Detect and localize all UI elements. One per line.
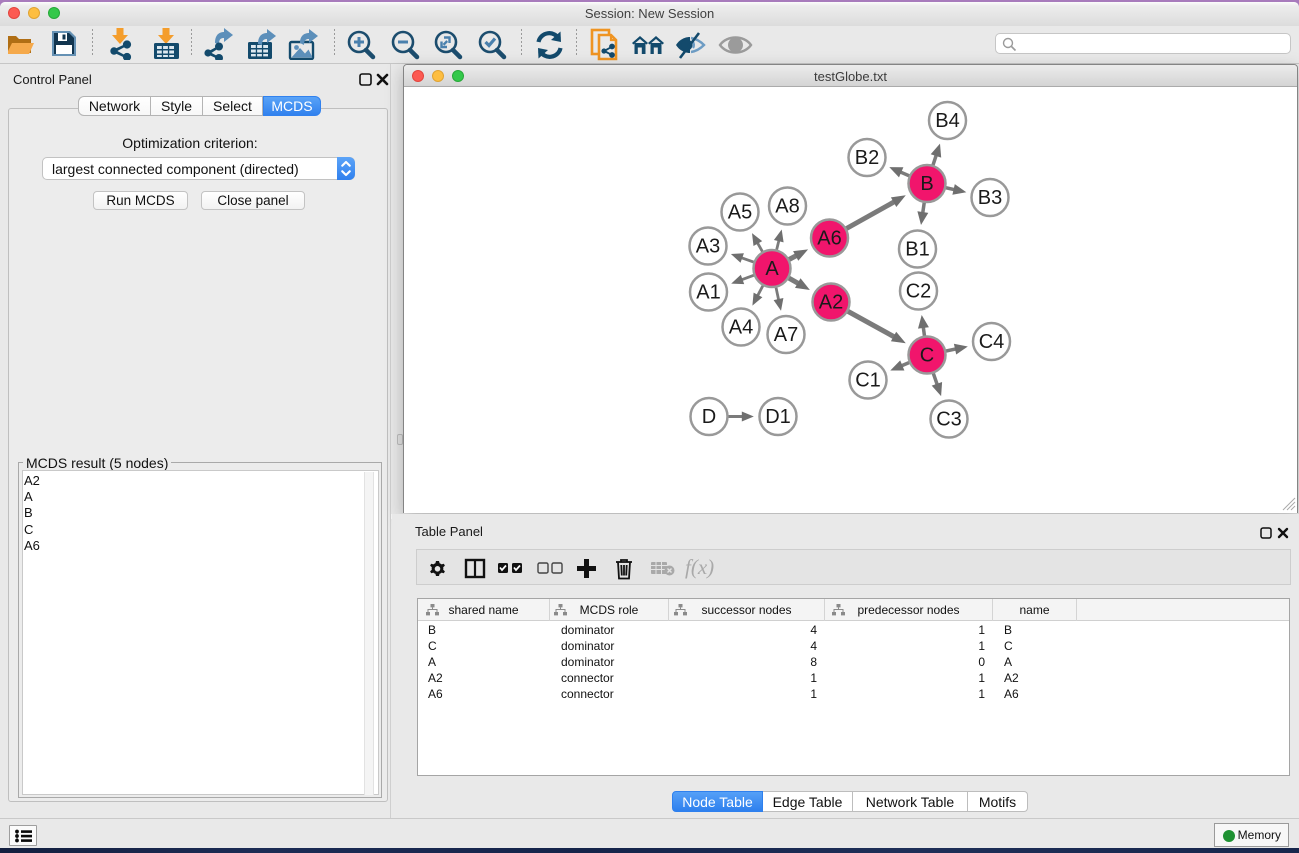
svg-text:A1: A1: [696, 282, 720, 304]
svg-text:A: A: [765, 258, 779, 280]
svg-text:A7: A7: [774, 324, 798, 346]
svg-text:B3: B3: [978, 187, 1002, 209]
svg-text:C3: C3: [936, 409, 962, 431]
svg-text:A3: A3: [696, 236, 720, 258]
svg-text:D: D: [702, 406, 716, 428]
svg-text:A5: A5: [728, 202, 752, 224]
svg-text:A4: A4: [729, 317, 753, 339]
svg-text:B4: B4: [935, 110, 959, 132]
svg-text:B1: B1: [905, 239, 929, 261]
svg-text:C2: C2: [906, 281, 932, 303]
svg-text:C1: C1: [855, 370, 881, 392]
svg-text:D1: D1: [765, 406, 791, 428]
svg-text:A6: A6: [817, 228, 841, 250]
svg-text:A8: A8: [775, 196, 799, 218]
svg-text:A2: A2: [819, 292, 843, 314]
svg-text:B2: B2: [855, 147, 879, 169]
svg-text:B: B: [920, 173, 933, 195]
svg-text:C: C: [920, 345, 934, 367]
svg-text:C4: C4: [979, 331, 1005, 353]
